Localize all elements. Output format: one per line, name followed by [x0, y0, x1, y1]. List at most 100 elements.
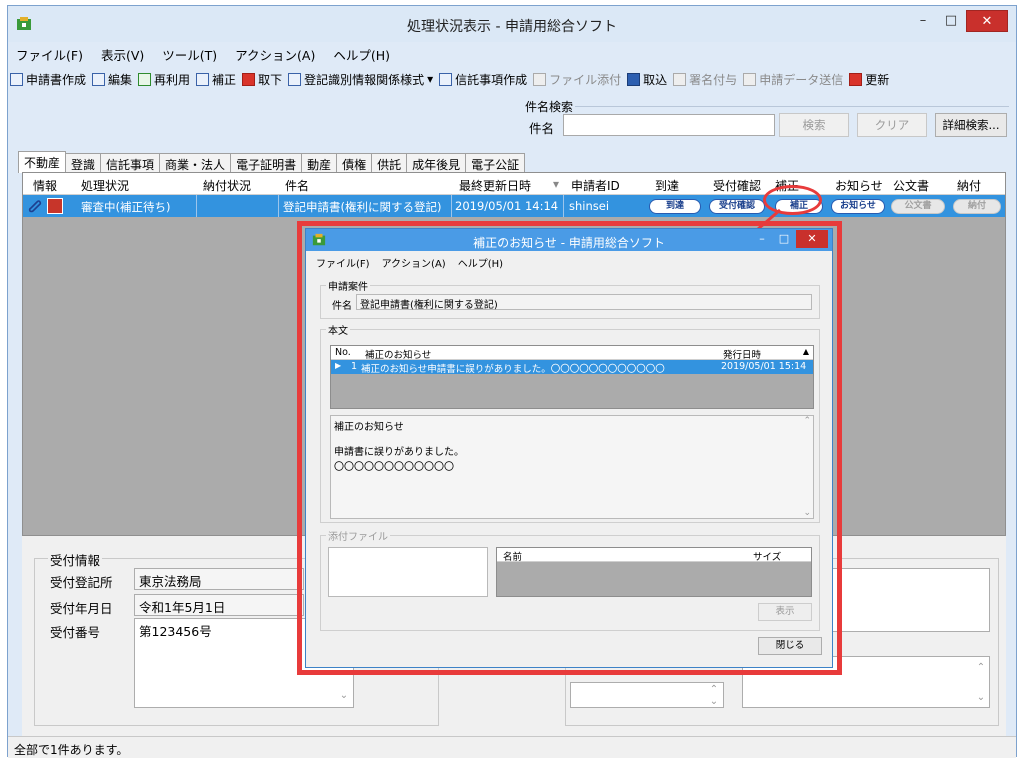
import-icon	[627, 72, 641, 86]
dialog-maximize-button[interactable]: □	[774, 230, 794, 248]
col-notice[interactable]: お知らせ	[835, 177, 883, 194]
import-button[interactable]: 取込	[627, 71, 667, 88]
notice-button[interactable]: お知らせ	[831, 199, 885, 214]
edit-icon	[92, 72, 106, 86]
table-row[interactable]: 審査中(補正待ち) 登記申請書(権利に関する登記) 2019/05/01 14:…	[23, 195, 1005, 217]
pay-button[interactable]: 納付	[953, 199, 1001, 214]
attach-file-label: ファイル添付	[549, 72, 622, 87]
tab-commercial[interactable]: 商業・法人	[159, 153, 232, 173]
reuse-button[interactable]: 再利用	[138, 71, 190, 88]
arrival-button[interactable]: 到達	[649, 199, 701, 214]
tab-notary[interactable]: 電子公証	[465, 153, 526, 173]
dialog-title-bar[interactable]: 補正のお知らせ - 申請用総合ソフト – □ ✕	[306, 229, 832, 251]
notice-detail-line1: 申請書に誤りがありました。	[334, 447, 464, 458]
tab-claims[interactable]: 債権	[336, 153, 373, 173]
tab-registry-id[interactable]: 登識	[65, 153, 102, 173]
menu-view[interactable]: 表示(V)	[99, 44, 146, 64]
col-pay[interactable]: 納付	[957, 177, 981, 194]
col-applicant-id[interactable]: 申請者ID	[571, 177, 620, 194]
col-notice[interactable]: 補正のお知らせ	[365, 347, 431, 361]
table-row[interactable]: ▶ 1 補正のお知らせ申請書に誤りがありました。〇〇〇〇〇〇〇〇〇〇〇〇 201…	[331, 360, 813, 375]
tab-trust[interactable]: 信託事項	[100, 153, 161, 173]
row-issued-date: 2019/05/01 15:14	[721, 361, 807, 372]
col-file-name[interactable]: 名前	[503, 549, 522, 563]
col-receipt[interactable]: 受付確認	[713, 177, 761, 194]
col-updated[interactable]: 最終更新日時	[459, 177, 531, 194]
notice-list-header: No. 補正のお知らせ 発行日時 ▲	[331, 346, 813, 361]
dialog-close-button[interactable]: ✕	[796, 230, 828, 248]
send-data-button[interactable]: 申請データ送信	[743, 71, 843, 88]
case-legend: 申請案件	[326, 278, 370, 293]
sort-up-icon[interactable]: ▲	[803, 347, 809, 356]
menu-file[interactable]: ファイル(F)	[14, 44, 85, 64]
send-data-label: 申請データ送信	[759, 72, 844, 87]
chevron-down-icon[interactable]: ⌄	[803, 508, 811, 518]
search-button[interactable]: 検索	[779, 113, 849, 137]
official-doc-button[interactable]: 公文書	[891, 199, 945, 214]
chevron-down-icon[interactable]: ⌄	[706, 696, 722, 707]
registry-forms-button[interactable]: 登記識別情報関係様式 ▾	[288, 71, 433, 88]
dialog-menu-action[interactable]: アクション(A)	[382, 255, 446, 270]
col-no[interactable]: No.	[335, 347, 351, 358]
col-subject[interactable]: 件名	[285, 177, 309, 194]
close-button[interactable]: ✕	[966, 10, 1008, 32]
attachment-list-header: 名前 サイズ	[497, 548, 811, 563]
col-arrival[interactable]: 到達	[655, 177, 679, 194]
attach-icon	[533, 72, 547, 86]
menu-help[interactable]: ヘルプ(H)	[331, 44, 392, 64]
dialog-minimize-button[interactable]: –	[752, 230, 772, 248]
col-issued-date[interactable]: 発行日時	[723, 347, 761, 361]
chevron-up-icon[interactable]: ⌃	[706, 684, 722, 695]
chevron-down-icon[interactable]: ⌄	[973, 692, 989, 703]
col-official-doc[interactable]: 公文書	[893, 177, 929, 194]
reception-date-label: 受付年月日	[50, 601, 113, 616]
title-bar[interactable]: 処理状況表示 - 申請用総合ソフト – □ ✕	[8, 6, 1016, 42]
tab-movables[interactable]: 動産	[301, 153, 338, 173]
attachment-tree[interactable]	[328, 547, 488, 597]
refresh-button[interactable]: 更新	[849, 71, 889, 88]
clear-button[interactable]: クリア	[857, 113, 927, 137]
tab-certificate[interactable]: 電子証明書	[230, 153, 303, 173]
tab-real-estate[interactable]: 不動産	[18, 151, 67, 173]
withdraw-button[interactable]: 取下	[242, 71, 282, 88]
menu-action[interactable]: アクション(A)	[233, 44, 317, 64]
sign-button[interactable]: 署名付与	[673, 71, 737, 88]
trust-items-button[interactable]: 信託事項作成	[439, 71, 527, 88]
show-attachment-button[interactable]: 表示	[758, 603, 812, 621]
chevron-up-icon[interactable]: ⌃	[973, 662, 989, 673]
maximize-button[interactable]: □	[936, 10, 966, 32]
create-application-button[interactable]: 申請書作成	[10, 71, 86, 88]
registry-forms-label: 登記識別情報関係様式	[304, 72, 425, 87]
tab-guardianship[interactable]: 成年後見	[406, 153, 467, 173]
paperclip-icon	[28, 200, 42, 213]
dialog-menu-help[interactable]: ヘルプ(H)	[458, 255, 503, 270]
tab-deposit[interactable]: 供託	[371, 153, 408, 173]
col-file-size[interactable]: サイズ	[753, 549, 781, 563]
attachment-list: 名前 サイズ	[496, 547, 812, 597]
col-info[interactable]: 情報	[33, 177, 57, 194]
chevron-up-icon[interactable]: ⌃	[803, 416, 811, 426]
dialog-close-action-button[interactable]: 閉じる	[758, 637, 822, 655]
col-payment-status[interactable]: 納付状況	[203, 177, 251, 194]
notice-detail-line2: 〇〇〇〇〇〇〇〇〇〇〇〇	[334, 462, 454, 473]
correction-button[interactable]: 補正	[196, 71, 236, 88]
notice-detail-box[interactable]: 補正のお知らせ 申請書に誤りがありました。 〇〇〇〇〇〇〇〇〇〇〇〇 ⌃ ⌄	[330, 415, 814, 519]
reception-office-value: 東京法務局	[134, 568, 304, 590]
sort-down-icon[interactable]: ▾	[553, 177, 559, 191]
chevron-down-icon[interactable]: ▾	[427, 72, 433, 86]
edit-button[interactable]: 編集	[92, 71, 132, 88]
detail-search-button[interactable]: 詳細検索...	[935, 113, 1007, 137]
attach-file-button[interactable]: ファイル添付	[533, 71, 621, 88]
subject-search-input[interactable]	[563, 114, 775, 136]
correction-notice-dialog: 補正のお知らせ - 申請用総合ソフト – □ ✕ ファイル(F) アクション(A…	[305, 228, 833, 668]
dialog-menu-file[interactable]: ファイル(F)	[316, 255, 370, 270]
minimize-button[interactable]: –	[908, 10, 938, 32]
reception-number-label: 受付番号	[50, 625, 101, 640]
withdraw-icon	[242, 72, 256, 86]
col-status[interactable]: 処理状況	[81, 177, 129, 194]
chevron-down-icon[interactable]: ⌄	[336, 690, 352, 701]
menu-tools[interactable]: ツール(T)	[160, 44, 219, 64]
trust-icon	[439, 72, 453, 86]
grid-header: 情報 処理状況 納付状況 件名 最終更新日時 ▾ 申請者ID 到達 受付確認 補…	[23, 173, 1005, 195]
right-stepper-field[interactable]	[570, 682, 724, 708]
